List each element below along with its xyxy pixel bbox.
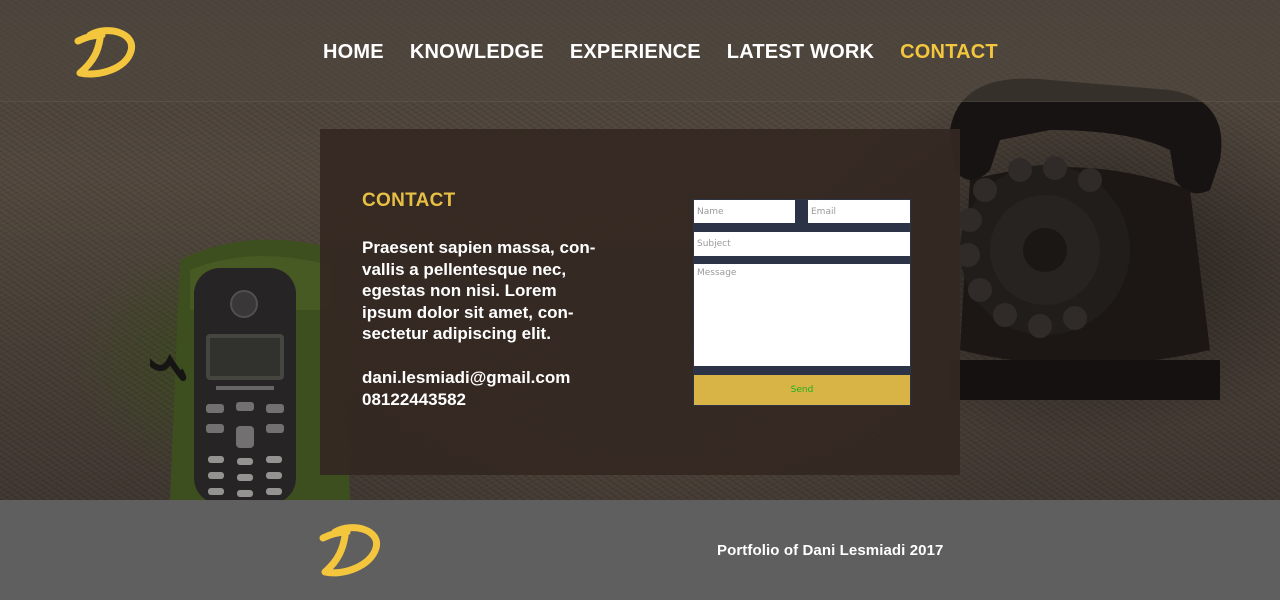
subject-field[interactable]	[694, 232, 910, 256]
message-field[interactable]	[694, 264, 910, 366]
email-field[interactable]	[808, 200, 910, 223]
contact-text-line: Praesent sapien massa, con-	[362, 238, 596, 257]
nav-knowledge[interactable]: KNOWLEDGE	[410, 39, 544, 65]
contact-email[interactable]: dani.lesmiadi@gmail.com	[362, 367, 570, 389]
contact-title: CONTACT	[362, 190, 456, 211]
nav-contact[interactable]: CONTACT	[900, 39, 998, 65]
d-letter-logo-icon[interactable]	[319, 522, 381, 578]
site-footer: Portfolio of Dani Lesmiadi 2017	[0, 500, 1280, 600]
send-button[interactable]: Send	[694, 375, 910, 405]
contact-form: Send	[693, 199, 911, 406]
contact-phone: 08122443582	[362, 389, 467, 409]
contact-description: Praesent sapien massa, con- vallis a pel…	[362, 237, 624, 345]
contact-text-line: egestas non nisi. Lorem	[362, 281, 557, 301]
d-letter-logo-icon[interactable]	[74, 27, 136, 79]
contact-info: dani.lesmiadi@gmail.com 08122443582	[362, 367, 570, 410]
nav-experience[interactable]: EXPERIENCE	[570, 39, 701, 65]
contact-text-line: sectetur adipiscing elit.	[362, 324, 551, 344]
name-field[interactable]	[694, 200, 795, 223]
site-header: HOME KNOWLEDGE EXPERIENCE LATEST WORK CO…	[0, 0, 1280, 102]
nav-home[interactable]: HOME	[323, 39, 384, 65]
footer-copyright: Portfolio of Dani Lesmiadi 2017	[717, 542, 944, 559]
contact-text-line: ipsum dolor sit amet, con-	[362, 302, 574, 322]
nav-latest-work[interactable]: LATEST WORK	[727, 39, 874, 65]
contact-panel: CONTACT Praesent sapien massa, con- vall…	[320, 129, 960, 475]
contact-text-line: vallis a pellentesque nec,	[362, 259, 567, 279]
main-nav: HOME KNOWLEDGE EXPERIENCE LATEST WORK CO…	[323, 39, 998, 65]
